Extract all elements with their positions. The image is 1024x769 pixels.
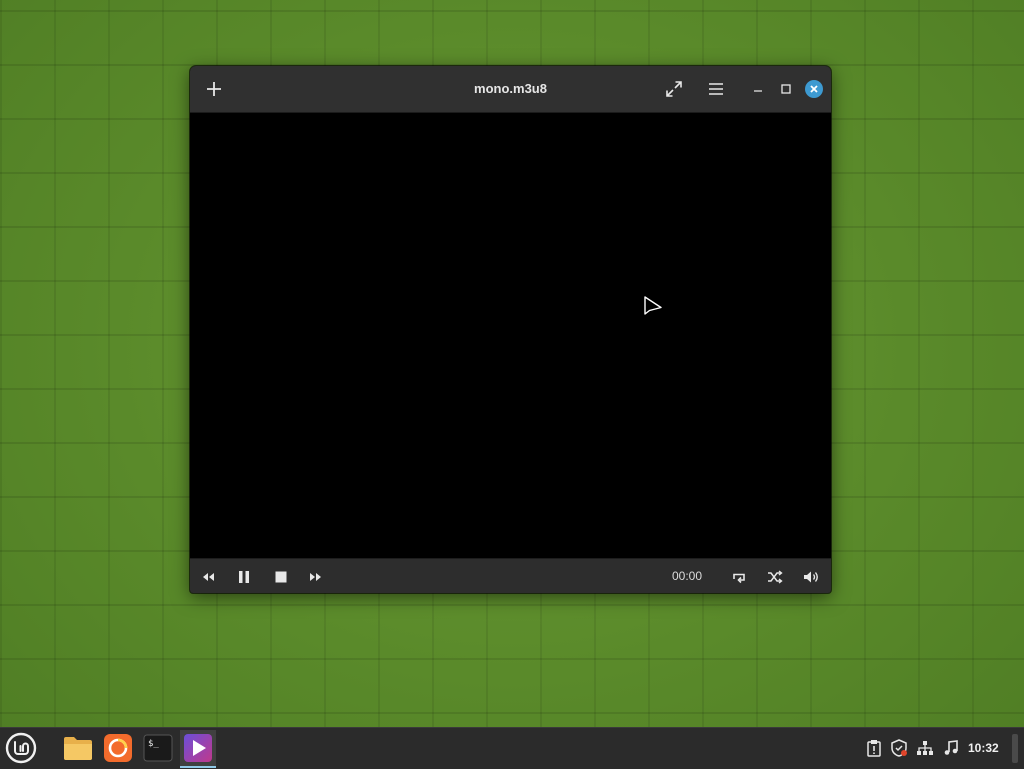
files-launcher[interactable] [60,730,96,766]
terminal-launcher[interactable]: $_ [140,730,176,766]
playback-time: 00:00 [672,569,703,583]
fullscreen-button[interactable] [659,74,689,104]
terminal-icon: $_ [143,734,173,762]
volume-button[interactable] [798,564,824,590]
media-player-taskbar-button[interactable] [180,730,216,768]
files-folder-icon [64,737,92,760]
video-area[interactable] [190,113,831,558]
maximize-icon [781,84,791,94]
minimize-icon [754,90,762,92]
clipboard-icon [867,740,881,757]
add-button[interactable] [199,74,229,104]
media-player-window: mono.m3u8 00:00 [190,66,831,593]
update-shield-icon [891,739,907,757]
sound-icon [944,740,958,755]
sound-tray-button[interactable] [940,736,962,760]
close-button[interactable] [799,74,829,104]
playback-controls-bar: 00:00 [190,558,831,593]
media-player-icon [184,734,212,762]
firefox-icon [104,734,132,762]
network-tray-button[interactable] [914,736,936,760]
rewind-icon [203,573,214,581]
taskbar: $_ 10:32 [0,727,1024,769]
show-desktop-button[interactable] [1012,734,1018,763]
volume-icon [803,571,818,583]
shuffle-icon [768,570,783,584]
clipboard-tray-button[interactable] [863,736,885,760]
close-icon [810,85,818,93]
linux-mint-menu-icon [5,732,37,764]
rewind-button[interactable] [195,564,221,590]
pause-icon [239,571,249,583]
minimize-button[interactable] [743,74,773,104]
stop-icon [275,571,287,583]
network-icon [917,741,933,755]
fullscreen-icon [666,81,682,97]
fast-forward-button[interactable] [303,564,329,590]
svg-text:$_: $_ [148,739,159,749]
repeat-icon [733,573,745,584]
shuffle-button[interactable] [762,564,788,590]
repeat-button[interactable] [726,564,752,590]
start-menu-button[interactable] [3,730,39,766]
pause-button[interactable] [231,564,257,590]
plus-icon [207,82,221,96]
fast-forward-icon [310,573,321,581]
hamburger-menu-icon [709,83,723,95]
taskbar-clock[interactable]: 10:32 [968,728,999,769]
title-bar[interactable]: mono.m3u8 [190,66,831,113]
menu-button[interactable] [701,74,731,104]
maximize-button[interactable] [771,74,801,104]
window-title: mono.m3u8 [474,81,547,96]
stop-button[interactable] [268,564,294,590]
update-manager-tray-button[interactable] [888,736,910,760]
firefox-launcher[interactable] [100,730,136,766]
mouse-pointer-icon [644,296,662,315]
